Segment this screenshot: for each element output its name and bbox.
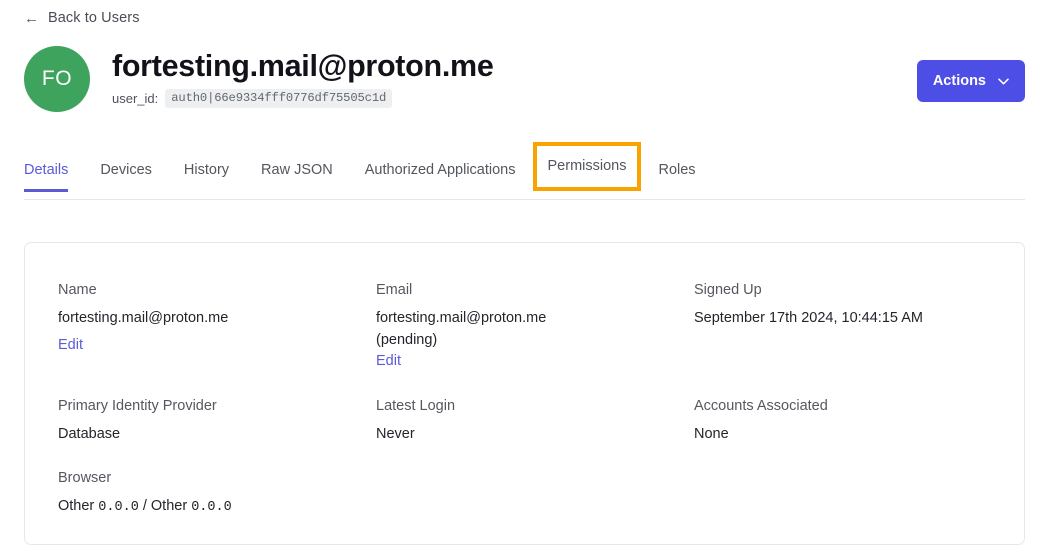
field-browser: Browser Other 0.0.0 / Other 0.0.0	[58, 465, 376, 519]
user-detail-page: ← Back to Users FO fortesting.mail@proto…	[0, 0, 1049, 558]
avatar: FO	[24, 46, 90, 112]
tab-roles[interactable]: Roles	[658, 158, 695, 192]
browser-version-2: 0.0.0	[191, 500, 232, 515]
field-latest-login-label: Latest Login	[376, 398, 456, 414]
field-name: Name fortesting.mail@proton.me Edit	[58, 277, 376, 393]
field-browser-value: Other 0.0.0 / Other 0.0.0	[58, 495, 376, 519]
back-to-users-link[interactable]: ← Back to Users	[24, 10, 140, 26]
tab-details-label: Details	[24, 162, 69, 178]
details-card: Name fortesting.mail@proton.me Edit Emai…	[24, 242, 1025, 545]
field-signed-up-value: September 17th 2024, 10:44:15 AM	[694, 310, 923, 326]
field-email-status: (pending)	[376, 332, 438, 348]
field-latest-login-value: Never	[376, 426, 415, 442]
details-row-3: Browser Other 0.0.0 / Other 0.0.0	[58, 465, 1000, 519]
user-id-row: user_id: auth0|66e9334fff0776df75505c1d	[112, 89, 493, 108]
tab-devices[interactable]: Devices	[100, 158, 152, 192]
field-signed-up-label: Signed Up	[694, 282, 762, 298]
browser-separator: / Other	[138, 498, 192, 514]
user-id-label: user_id:	[112, 91, 159, 106]
tab-raw-json[interactable]: Raw JSON	[261, 158, 333, 192]
field-accounts-associated-value: None	[694, 426, 729, 442]
field-signed-up: Signed Up September 17th 2024, 10:44:15 …	[694, 277, 1024, 393]
field-identity-provider-label: Primary Identity Provider	[58, 398, 217, 414]
tab-authorized-applications-label: Authorized Applications	[364, 162, 516, 178]
field-name-label: Name	[58, 282, 97, 298]
field-identity-provider-value: Database	[58, 426, 121, 442]
tab-details[interactable]: Details	[24, 158, 69, 192]
tab-permissions-label: Permissions	[547, 158, 627, 174]
browser-version-1: 0.0.0	[98, 500, 139, 515]
page-header: FO fortesting.mail@proton.me user_id: au…	[24, 44, 1025, 118]
avatar-initials: FO	[41, 67, 73, 90]
actions-button-label: Actions	[932, 73, 986, 89]
tab-roles-label: Roles	[658, 162, 696, 178]
field-latest-login: Latest Login Never	[376, 393, 694, 465]
field-email-value: fortesting.mail@proton.me	[376, 310, 547, 326]
field-browser-label: Browser	[58, 470, 112, 486]
arrow-left-icon: ←	[24, 9, 39, 27]
field-email: Email fortesting.mail@proton.me (pending…	[376, 277, 694, 393]
tab-raw-json-label: Raw JSON	[261, 162, 333, 178]
tab-bar-divider	[24, 199, 1025, 200]
tab-bar: Details Devices History Raw JSON Authori…	[24, 142, 1025, 200]
field-name-value: fortesting.mail@proton.me	[58, 310, 229, 326]
chevron-down-icon	[998, 78, 1009, 84]
tab-authorized-applications[interactable]: Authorized Applications	[365, 158, 516, 192]
page-title: fortesting.mail@proton.me	[112, 49, 494, 83]
tab-permissions[interactable]: Permissions	[532, 142, 642, 191]
tab-history[interactable]: History	[184, 158, 229, 192]
details-row-2: Primary Identity Provider Database Lates…	[58, 393, 1000, 465]
user-id-value[interactable]: auth0|66e9334fff0776df75505c1d	[165, 89, 393, 108]
details-grid: Name fortesting.mail@proton.me Edit Emai…	[58, 277, 1000, 519]
browser-prefix: Other	[58, 498, 99, 514]
back-to-users-label: Back to Users	[48, 10, 140, 26]
edit-name-link[interactable]: Edit	[58, 337, 83, 353]
tab-devices-label: Devices	[100, 162, 152, 178]
details-row-1: Name fortesting.mail@proton.me Edit Emai…	[58, 277, 1000, 393]
field-accounts-associated-label: Accounts Associated	[694, 398, 828, 414]
field-accounts-associated: Accounts Associated None	[694, 393, 1024, 465]
title-block: fortesting.mail@proton.me user_id: auth0…	[112, 44, 494, 108]
actions-button[interactable]: Actions	[916, 60, 1025, 102]
field-email-label: Email	[376, 282, 413, 298]
edit-email-link[interactable]: Edit	[376, 353, 401, 369]
tab-history-label: History	[183, 162, 230, 178]
field-identity-provider: Primary Identity Provider Database	[58, 393, 376, 465]
